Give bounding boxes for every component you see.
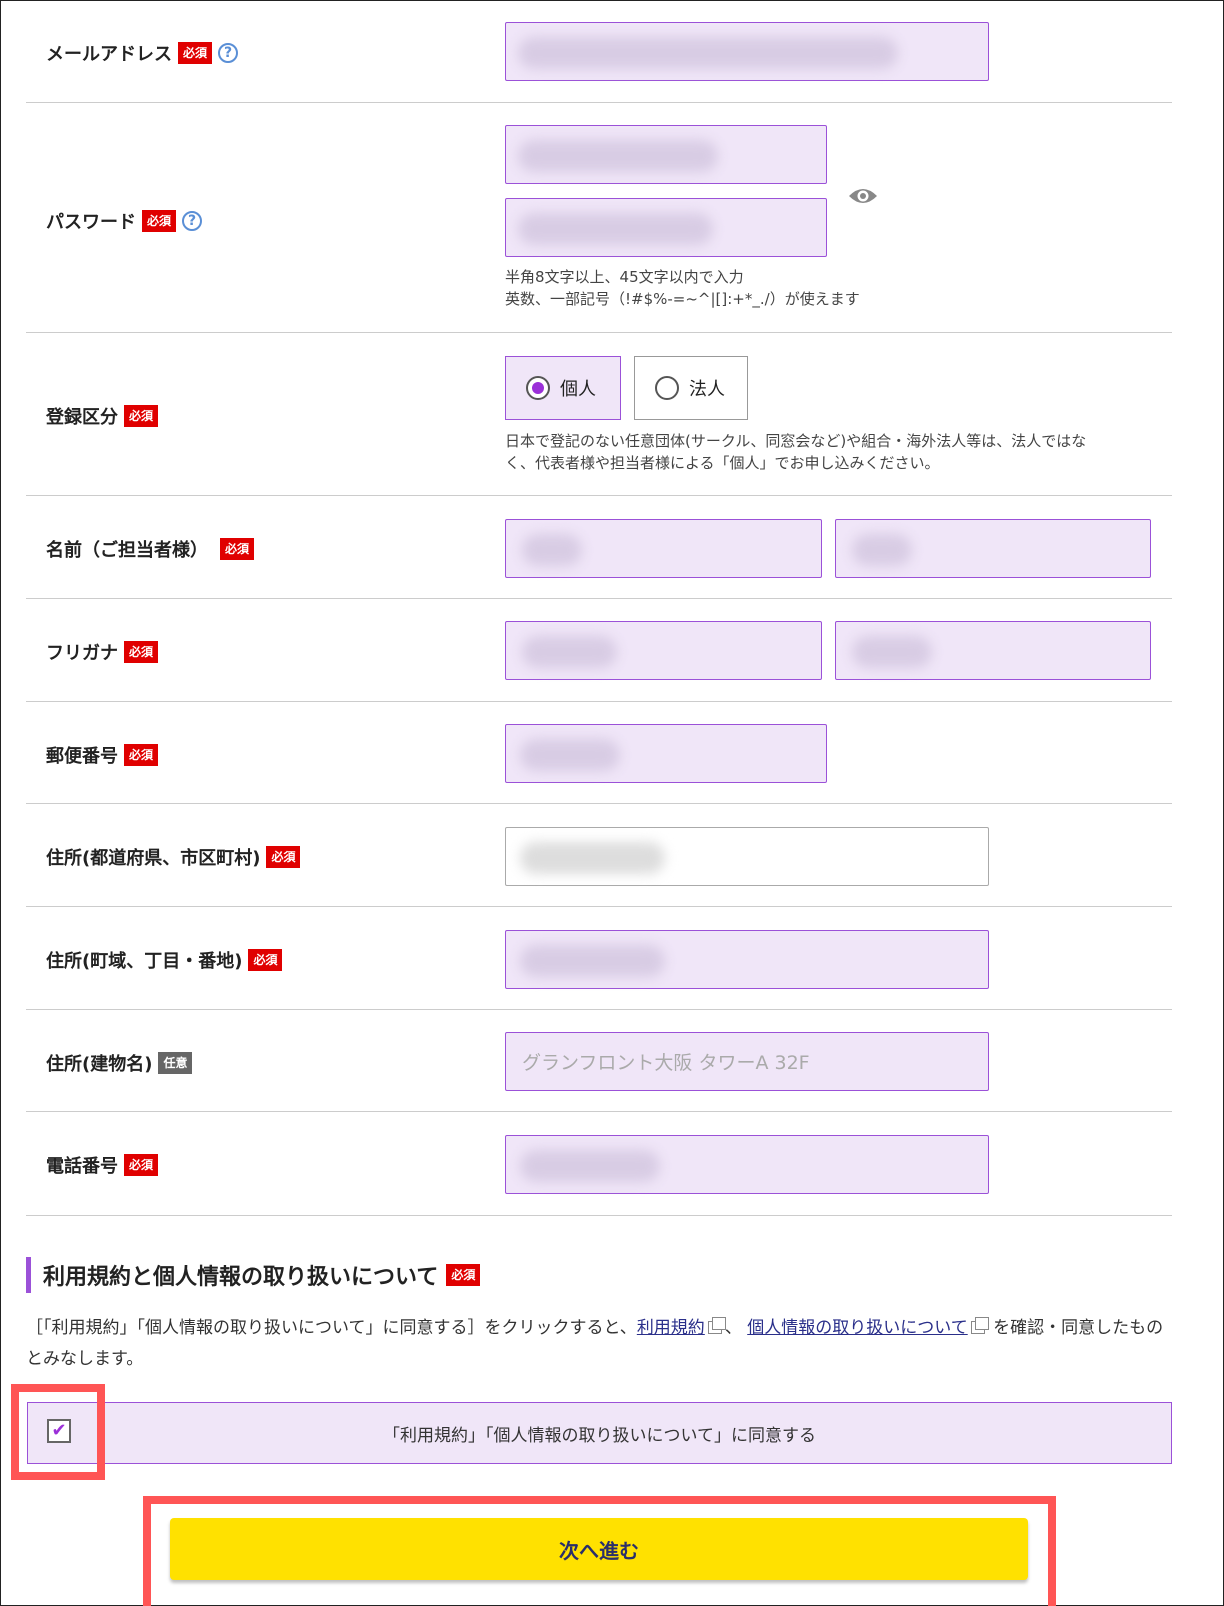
postal-code-input[interactable] bbox=[505, 724, 827, 783]
address-building-label: 住所(建物名) 任意 bbox=[46, 1050, 193, 1076]
required-badge: 必須 bbox=[220, 538, 255, 560]
eye-icon[interactable] bbox=[848, 186, 878, 206]
external-link-icon bbox=[707, 1317, 726, 1334]
help-icon[interactable]: ? bbox=[218, 43, 239, 63]
radio-corporation[interactable]: 法人 bbox=[634, 356, 748, 420]
registration-type-hint: 日本で登記のない任意団体(サークル、同窓会など)や組合・海外法人等は、法人ではな… bbox=[505, 432, 1087, 472]
radio-selected-icon bbox=[526, 376, 550, 400]
required-badge: 必須 bbox=[142, 210, 177, 232]
required-badge: 必須 bbox=[266, 846, 301, 868]
password-hint: 半角8文字以上、45文字以内で入力 英数、一部記号（!#$%-=~^|[]:+*… bbox=[505, 268, 860, 308]
registration-type-label: 登録区分 必須 bbox=[46, 403, 159, 429]
required-badge: 必須 bbox=[446, 1264, 481, 1286]
phone-label: 電話番号 必須 bbox=[46, 1152, 159, 1178]
password-confirm-input[interactable] bbox=[505, 198, 827, 257]
required-badge: 必須 bbox=[248, 949, 283, 971]
first-name-input[interactable] bbox=[835, 519, 1151, 578]
required-badge: 必須 bbox=[178, 42, 213, 64]
email-input[interactable] bbox=[505, 22, 989, 81]
terms-description: ［「利用規約」「個人情報の取り扱いについて」に同意する］をクリックすると、利用規… bbox=[26, 1317, 1164, 1369]
address-pref-city-input[interactable] bbox=[505, 827, 989, 886]
address-building-placeholder: グランフロント大阪 タワーA 32F bbox=[522, 1052, 810, 1074]
furigana-last-input[interactable] bbox=[505, 621, 822, 680]
password-input[interactable] bbox=[505, 125, 827, 184]
next-button[interactable]: 次へ進む bbox=[170, 1518, 1028, 1580]
furigana-first-input[interactable] bbox=[835, 621, 1151, 680]
required-badge: 必須 bbox=[124, 1154, 159, 1176]
external-link-icon bbox=[970, 1317, 989, 1334]
radio-unselected-icon bbox=[655, 376, 679, 400]
last-name-input[interactable] bbox=[505, 519, 822, 578]
password-label: パスワード 必須 ? bbox=[46, 208, 203, 234]
address-town-input[interactable] bbox=[505, 930, 989, 989]
checkbox-highlight bbox=[11, 1384, 105, 1480]
address-building-input[interactable]: グランフロント大阪 タワーA 32F bbox=[505, 1032, 989, 1091]
radio-individual[interactable]: 個人 bbox=[505, 356, 621, 420]
required-badge: 必須 bbox=[124, 405, 159, 427]
email-label: メールアドレス 必須 ? bbox=[46, 40, 239, 66]
required-badge: 必須 bbox=[124, 641, 159, 663]
privacy-policy-link[interactable]: 個人情報の取り扱いについて bbox=[747, 1318, 968, 1338]
help-icon[interactable]: ? bbox=[182, 211, 203, 231]
phone-input[interactable] bbox=[505, 1135, 989, 1194]
optional-badge: 任意 bbox=[158, 1052, 193, 1074]
required-badge: 必須 bbox=[124, 744, 159, 766]
agree-checkbox-label: 「利用規約」「個人情報の取り扱いについて」に同意する bbox=[383, 1425, 816, 1446]
address-town-label: 住所(町域、丁目・番地) 必須 bbox=[46, 947, 283, 973]
name-label: 名前（ご担当者様） 必須 bbox=[46, 536, 255, 562]
terms-section-title: 利用規約と個人情報の取り扱いについて 必須 bbox=[26, 1257, 481, 1293]
postal-code-label: 郵便番号 必須 bbox=[46, 742, 159, 768]
terms-of-use-link[interactable]: 利用規約 bbox=[637, 1318, 705, 1338]
address-pref-city-label: 住所(都道府県、市区町村) 必須 bbox=[46, 844, 301, 870]
furigana-label: フリガナ 必須 bbox=[46, 639, 159, 665]
agree-checkbox-bar[interactable]: 「利用規約」「個人情報の取り扱いについて」に同意する bbox=[27, 1402, 1172, 1464]
